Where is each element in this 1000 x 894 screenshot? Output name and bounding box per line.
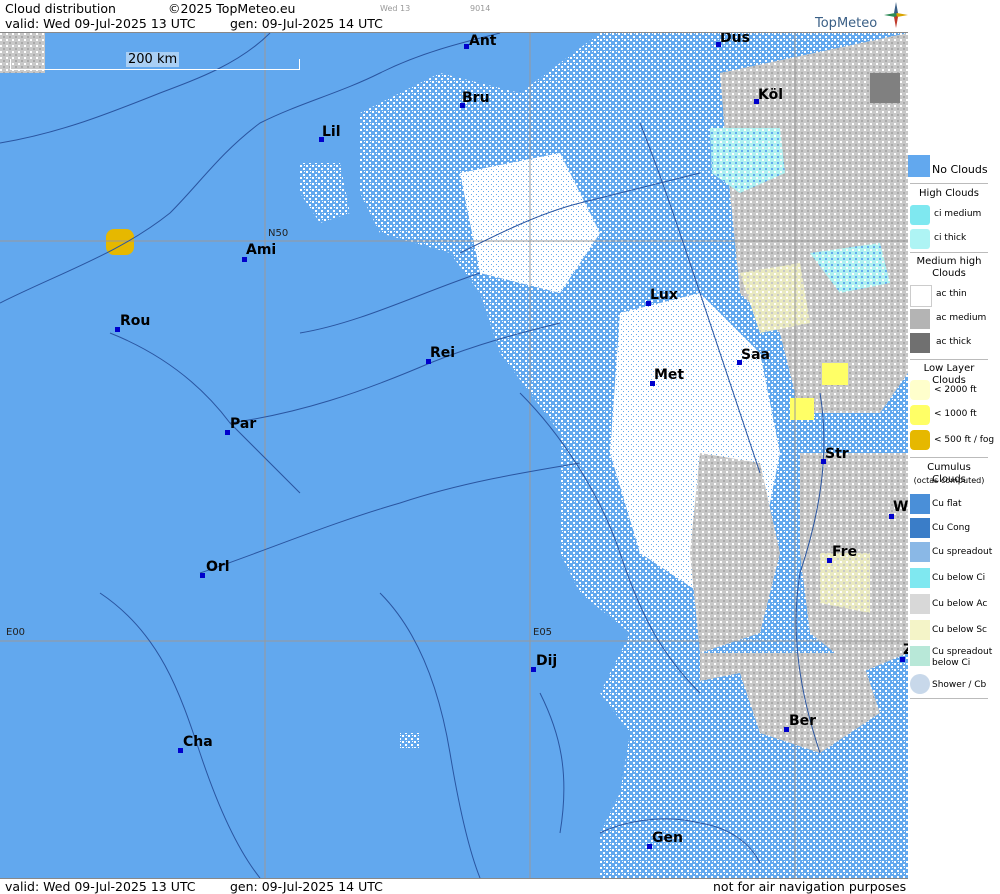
legend-head-medium: Medium high Clouds <box>916 256 982 279</box>
legend-swatch-lt2000 <box>910 380 930 400</box>
legend-separator <box>910 252 988 253</box>
city-label[interactable]: Ber <box>789 713 816 729</box>
legend-swatch-no-clouds <box>908 155 930 177</box>
legend-ac-medium: ac medium <box>936 313 987 323</box>
legend-cu-below-ac: Cu below Ac <box>932 599 988 609</box>
city-label[interactable]: Ant <box>469 33 497 49</box>
legend-cu-below-ci: Cu below Ci <box>932 573 986 583</box>
legend-cu-spread-below-ci: Cu spreadout below Ci <box>932 647 993 668</box>
footer-generated: gen: 09-Jul-2025 14 UTC <box>230 879 383 894</box>
cloud-map[interactable]: 200 km N50 E00 E05 Ant Düs Bru Köl Lil A… <box>0 33 908 878</box>
legend-cumulus-sub: (octas computed) <box>913 476 985 485</box>
scale-label: 200 km <box>126 52 180 67</box>
legend-separator <box>910 359 988 360</box>
legend-separator <box>910 457 988 458</box>
grid-label-n50: N50 <box>268 228 289 239</box>
run-tag: Wed 13 <box>380 4 411 13</box>
city-label[interactable]: Str <box>825 446 849 462</box>
legend-cu-cong: Cu Cong <box>932 523 971 533</box>
valid-time: valid: Wed 09-Jul-2025 13 UTC <box>5 16 196 31</box>
legend-lt2000: < 2000 ft <box>934 385 977 395</box>
city-label[interactable]: Dij <box>536 653 557 669</box>
city-dot <box>200 573 205 578</box>
city-label[interactable]: Düs <box>720 33 750 46</box>
city-label[interactable]: Orl <box>206 559 230 575</box>
legend-lt1000: < 1000 ft <box>934 409 977 419</box>
header-bar: Cloud distribution ©2025 TopMeteo.eu Wed… <box>0 0 908 33</box>
legend-panel: No Clouds High Clouds ci medium ci thick… <box>908 0 1000 893</box>
legend-swatch-ac-thin <box>910 285 932 307</box>
city-label[interactable]: Lux <box>650 287 678 303</box>
copyright: ©2025 TopMeteo.eu <box>168 1 296 16</box>
footer-disclaimer: not for air navigation purposes <box>713 879 907 894</box>
legend-swatch-lt500 <box>910 430 930 450</box>
map-canvas <box>0 33 908 878</box>
footer-bar: valid: Wed 09-Jul-2025 13 UTC gen: 09-Ju… <box>0 878 908 894</box>
legend-separator <box>910 698 988 699</box>
city-label[interactable]: Köl <box>758 87 783 103</box>
legend-cu-spreadout: Cu spreadout <box>932 547 993 557</box>
legend-swatch-cu-below-sc <box>910 620 930 640</box>
city-label[interactable]: Fre <box>832 544 857 560</box>
legend-swatch-lt1000 <box>910 405 930 425</box>
brand-logo: TopMeteo <box>815 16 878 31</box>
legend-swatch-ac-thick <box>910 333 930 353</box>
legend-ac-thin: ac thin <box>936 289 967 299</box>
city-label[interactable]: W <box>893 499 908 515</box>
legend-swatch-cu-spread-below-ci <box>910 646 930 666</box>
legend-shower-cb: Shower / Cb <box>932 680 987 690</box>
legend-lt500: < 500 ft / fog <box>934 435 995 445</box>
city-label[interactable]: Bru <box>462 90 490 106</box>
city-label[interactable]: Cha <box>183 734 213 750</box>
legend-separator <box>910 183 988 184</box>
legend-swatch-cu-cong <box>910 518 930 538</box>
legend-cu-below-sc: Cu below Sc <box>932 625 987 635</box>
legend-swatch-ci-thick <box>910 229 930 249</box>
grid-label-e00: E00 <box>6 627 26 638</box>
legend-swatch-ac-medium <box>910 309 930 329</box>
legend-no-clouds: No Clouds <box>932 163 988 176</box>
footer-valid: valid: Wed 09-Jul-2025 13 UTC <box>5 879 196 894</box>
legend-swatch-cu-below-ac <box>910 594 930 614</box>
legend-swatch-ci-medium <box>910 205 930 225</box>
city-label[interactable]: Saa <box>741 347 770 363</box>
city-label[interactable]: Met <box>654 367 684 383</box>
generated-time: gen: 09-Jul-2025 14 UTC <box>230 16 383 31</box>
legend-ci-thick: ci thick <box>934 233 967 243</box>
city-label[interactable]: Rei <box>430 345 455 361</box>
code-tag: 9014 <box>470 4 491 13</box>
product-title: Cloud distribution <box>5 1 116 16</box>
legend-swatch-cu-below-ci <box>910 568 930 588</box>
legend-cu-flat: Cu flat <box>932 499 962 509</box>
legend-head-high: High Clouds <box>919 188 979 199</box>
city-label[interactable]: Ami <box>246 242 276 258</box>
legend-ac-thick: ac thick <box>936 337 972 347</box>
legend-swatch-cu-spreadout <box>910 542 930 562</box>
legend-ci-medium: ci medium <box>934 209 982 219</box>
city-label[interactable]: Gen <box>652 830 683 846</box>
city-label[interactable]: Rou <box>120 313 150 329</box>
legend-swatch-cu-flat <box>910 494 930 514</box>
compass-icon <box>884 2 908 28</box>
city-label[interactable]: Lil <box>322 124 341 140</box>
legend-swatch-shower-cb <box>910 674 930 694</box>
grid-label-e05: E05 <box>533 627 553 638</box>
city-label[interactable]: Par <box>230 416 256 432</box>
